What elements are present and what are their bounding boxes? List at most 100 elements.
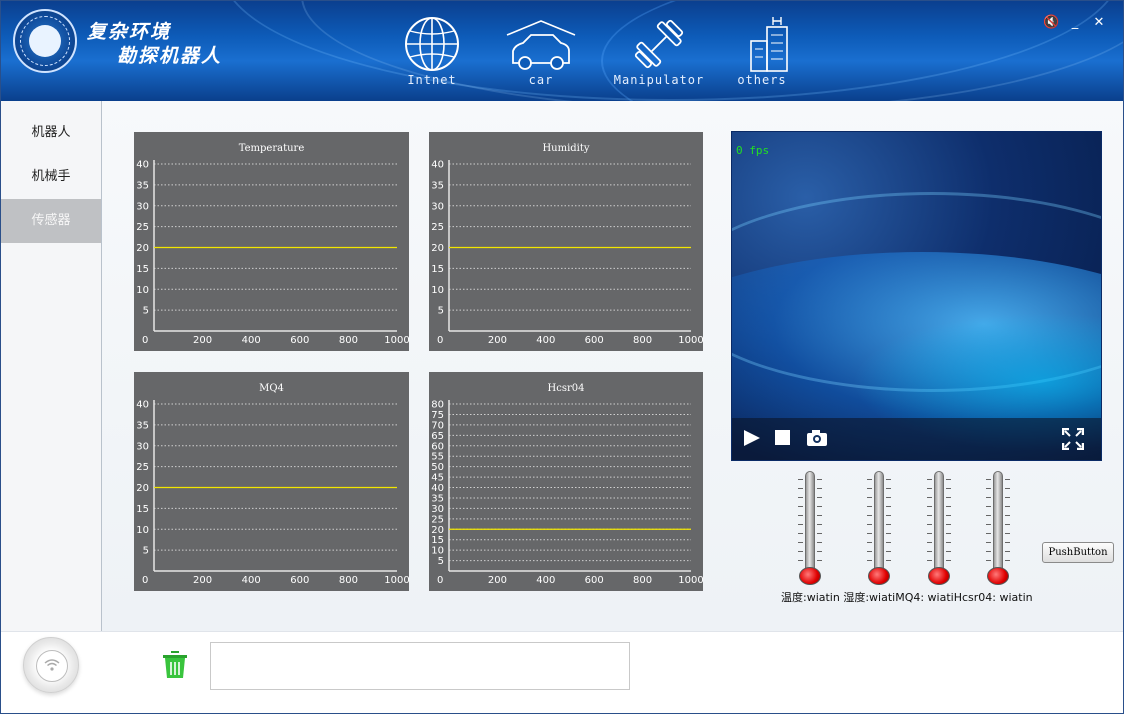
minimize-button[interactable]: _ — [1067, 15, 1083, 30]
fullscreen-icon[interactable] — [1062, 428, 1084, 450]
nav-car-button[interactable]: car — [499, 15, 583, 91]
sidebar-item-manipulator[interactable]: 机械手 — [1, 155, 101, 199]
x-tick-label: 1000 — [384, 335, 409, 346]
temperature-chart: Temperature 5 10 15 20 25 30 35 40 0 200 400 600 800 1… — [134, 132, 409, 351]
chart-plot: Temperature5101520253035400 200 400 600 800 1… — [136, 143, 409, 346]
log-output-box[interactable] — [210, 642, 630, 690]
y-tick-label: 15 — [136, 264, 149, 275]
video-controls — [732, 418, 1101, 460]
y-tick-label: 20 — [431, 525, 444, 536]
thermometer-tick — [798, 506, 803, 507]
thermometer-tick — [946, 515, 951, 516]
thermometer-tick — [798, 542, 803, 543]
thermometer-tick — [798, 524, 803, 525]
thermometer-tick — [886, 542, 891, 543]
play-icon[interactable] — [742, 428, 762, 448]
wifi-icon — [44, 659, 60, 671]
thermometer-tick — [817, 560, 822, 561]
push-button[interactable]: PushButton — [1042, 542, 1114, 563]
x-tick-label: 200 — [488, 335, 507, 346]
thermometer-tick — [986, 479, 991, 480]
thermometer-tick — [798, 551, 803, 552]
app-title-line2: 勘探机器人 — [117, 45, 223, 67]
thermometer-tick — [1005, 488, 1010, 489]
thermometer-tick — [927, 524, 932, 525]
chart-title: Humidity — [542, 143, 589, 154]
thermometer-tick — [986, 497, 991, 498]
x-tick-label: 0 — [437, 575, 443, 586]
thermometer-tick — [867, 533, 872, 534]
close-button[interactable]: ✕ — [1091, 15, 1107, 30]
thermometer-tick — [867, 560, 872, 561]
thermometer-tick — [817, 506, 822, 507]
thermometer-tick — [817, 497, 822, 498]
nav-manipulator-label: Manipulator — [613, 73, 705, 87]
thermometer-tick — [817, 488, 822, 489]
thermometer-tick — [886, 524, 891, 525]
thermometer-tick — [927, 479, 932, 480]
thermometer-tick — [867, 524, 872, 525]
y-tick-label: 25 — [136, 222, 149, 233]
y-tick-label: 15 — [431, 535, 444, 546]
car-icon — [506, 20, 576, 70]
x-tick-label: 800 — [339, 575, 358, 586]
video-player[interactable]: 0 fps — [731, 131, 1102, 461]
globe-icon — [405, 17, 459, 71]
y-tick-label: 80 — [431, 400, 444, 411]
thermometer-tick — [1005, 506, 1010, 507]
y-tick-label: 35 — [136, 180, 149, 191]
y-tick-label: 40 — [431, 483, 444, 494]
y-tick-label: 30 — [136, 201, 149, 212]
app-title-line1: 复杂环境 — [87, 21, 172, 43]
nav-others-button[interactable]: others — [720, 15, 804, 91]
thermometer-tick — [1005, 497, 1010, 498]
fps-readout: 0 fps — [736, 144, 770, 157]
y-tick-label: 20 — [136, 483, 149, 494]
thermometer-tick — [886, 497, 891, 498]
sidebar-item-sensor[interactable]: 传感器 — [1, 199, 101, 243]
thermometer-tick — [986, 542, 991, 543]
chart-plot: MQ45101520253035400 200 400 600 800 1000 — [136, 383, 409, 586]
y-tick-label: 25 — [431, 222, 444, 233]
thermometer-tick — [886, 533, 891, 534]
nav-intnet-button[interactable]: Intnet — [390, 15, 474, 91]
thermometer-tick — [867, 506, 872, 507]
thermometer-tick — [946, 479, 951, 480]
humidity-thermometer — [867, 471, 891, 591]
nav-manipulator-button[interactable]: Manipulator — [613, 15, 705, 91]
building-icon — [750, 17, 788, 72]
university-logo — [13, 9, 77, 73]
chart-title: Hcsr04 — [548, 383, 585, 394]
thermometer-tick — [798, 479, 803, 480]
y-tick-label: 10 — [136, 285, 149, 296]
x-tick-label: 0 — [142, 335, 148, 346]
y-tick-label: 60 — [431, 441, 444, 452]
stop-icon[interactable] — [774, 428, 792, 448]
sidebar-item-robot[interactable]: 机器人 — [1, 111, 101, 155]
y-tick-label: 30 — [431, 201, 444, 212]
thermometer-tick — [927, 551, 932, 552]
thermometer-tick — [986, 515, 991, 516]
x-tick-label: 200 — [193, 575, 212, 586]
y-tick-label: 50 — [431, 462, 444, 473]
trash-icon[interactable] — [161, 650, 189, 680]
x-tick-label: 0 — [437, 335, 443, 346]
thermometer-tick — [927, 560, 932, 561]
wifi-button[interactable] — [23, 637, 79, 693]
thermometer-tick — [867, 497, 872, 498]
thermometer-tick — [946, 551, 951, 552]
nav-car-label: car — [528, 73, 554, 87]
x-tick-label: 600 — [290, 575, 309, 586]
thermometer-tick — [886, 506, 891, 507]
y-tick-label: 55 — [431, 452, 444, 463]
thermometer-tick — [1005, 515, 1010, 516]
camera-icon[interactable] — [806, 428, 828, 448]
thermometer-tick — [867, 542, 872, 543]
thermometer-tick — [798, 515, 803, 516]
thermometer-tick — [798, 560, 803, 561]
thermometer-tick — [927, 542, 932, 543]
thermometer-tick — [946, 560, 951, 561]
mute-icon[interactable]: 🔇 — [1043, 15, 1059, 30]
thermometer-tick — [867, 488, 872, 489]
y-tick-label: 70 — [431, 420, 444, 431]
